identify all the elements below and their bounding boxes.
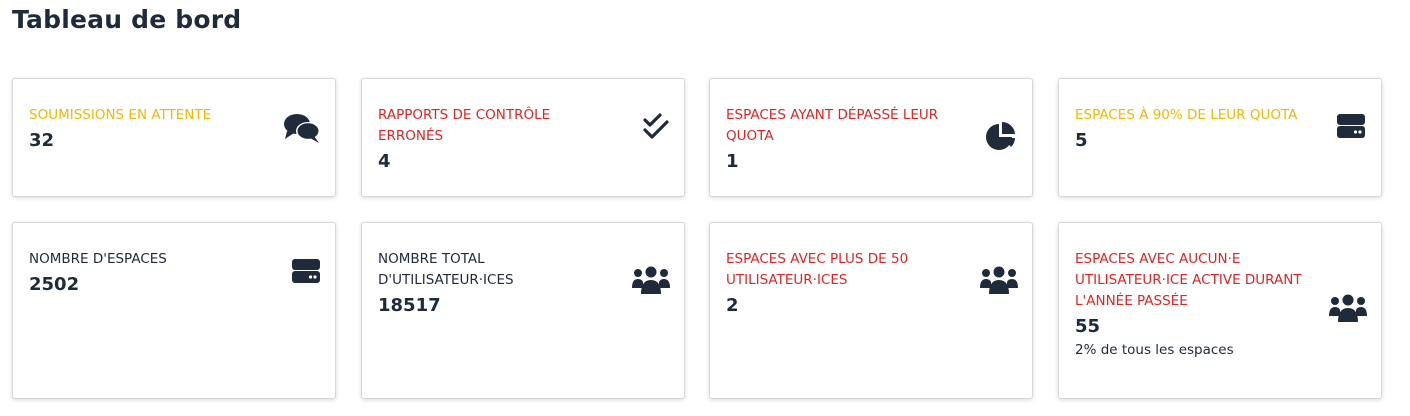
stat-card-total-users: NOMBRE TOTAL D'UTILISATEUR·ICES 18517 [361,222,685,399]
users-icon [1328,288,1368,328]
card-value: 32 [29,130,55,151]
card-label: SOUMISSIONS EN ATTENTE [29,107,212,123]
stat-card-near-quota: ESPACES À 90% DE LEUR QUOTA 5 [1058,78,1382,197]
stat-card-over-quota: ESPACES AYANT DÉPASSÉ LEUR QUOTA 1 [709,78,1033,197]
card-content: RAPPORTS DE CONTRÔLE ERRONÉS 4 [378,105,614,174]
hard-drive-icon [1331,106,1371,146]
pie-chart-icon [981,117,1021,157]
card-note: 2% de tous les espaces [1075,342,1234,358]
card-value: 5 [1075,130,1088,151]
users-icon [631,260,671,300]
card-label: RAPPORTS DE CONTRÔLE ERRONÉS [378,107,551,144]
card-value: 2502 [29,274,80,295]
card-value: 2 [726,295,739,316]
card-value: 4 [378,151,391,172]
card-content: ESPACES AYANT DÉPASSÉ LEUR QUOTA 1 [726,105,962,174]
card-content: NOMBRE D'ESPACES 2502 [29,249,265,297]
stat-card-erroneous-reports: RAPPORTS DE CONTRÔLE ERRONÉS 4 [361,78,685,197]
stat-card-pending-submissions: SOUMISSIONS EN ATTENTE 32 [12,78,336,197]
card-content: ESPACES AVEC PLUS DE 50 UTILISATEUR·ICES… [726,249,962,318]
comments-icon [282,108,322,148]
stat-card-inactive-spaces: ESPACES AVEC AUCUN·E UTILISATEUR·ICE ACT… [1058,222,1382,399]
hard-drive-icon [286,251,326,291]
double-check-icon [636,107,676,147]
card-value: 18517 [378,295,441,316]
page-title: Tableau de bord [12,5,242,34]
card-label: ESPACES AVEC PLUS DE 50 UTILISATEUR·ICES [726,251,909,288]
card-content: ESPACES AVEC AUCUN·E UTILISATEUR·ICE ACT… [1075,249,1311,359]
stat-card-spaces-over-50-users: ESPACES AVEC PLUS DE 50 UTILISATEUR·ICES… [709,222,1033,399]
stat-card-space-count: NOMBRE D'ESPACES 2502 [12,222,336,399]
card-content: ESPACES À 90% DE LEUR QUOTA 5 [1075,105,1311,153]
card-label: ESPACES AYANT DÉPASSÉ LEUR QUOTA [726,107,939,144]
card-value: 1 [726,151,739,172]
card-content: NOMBRE TOTAL D'UTILISATEUR·ICES 18517 [378,249,614,318]
card-label: NOMBRE D'ESPACES [29,251,167,267]
users-icon [979,260,1019,300]
card-label: ESPACES AVEC AUCUN·E UTILISATEUR·ICE ACT… [1075,251,1302,309]
card-label: NOMBRE TOTAL D'UTILISATEUR·ICES [378,251,514,288]
card-content: SOUMISSIONS EN ATTENTE 32 [29,105,265,153]
card-value: 55 [1075,316,1101,337]
card-label: ESPACES À 90% DE LEUR QUOTA [1075,107,1298,123]
